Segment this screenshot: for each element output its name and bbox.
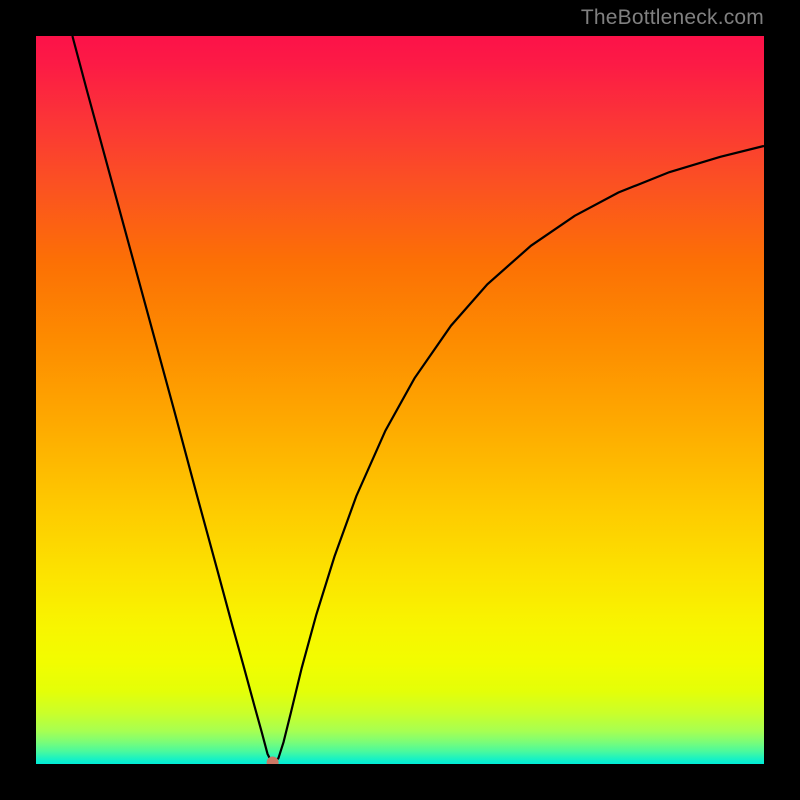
- watermark: TheBottleneck.com: [581, 6, 764, 30]
- chart-figure: TheBottleneck.com: [0, 0, 800, 800]
- chart-overlay: [36, 36, 764, 764]
- plot-area: [36, 36, 764, 764]
- chart-curve: [72, 36, 764, 762]
